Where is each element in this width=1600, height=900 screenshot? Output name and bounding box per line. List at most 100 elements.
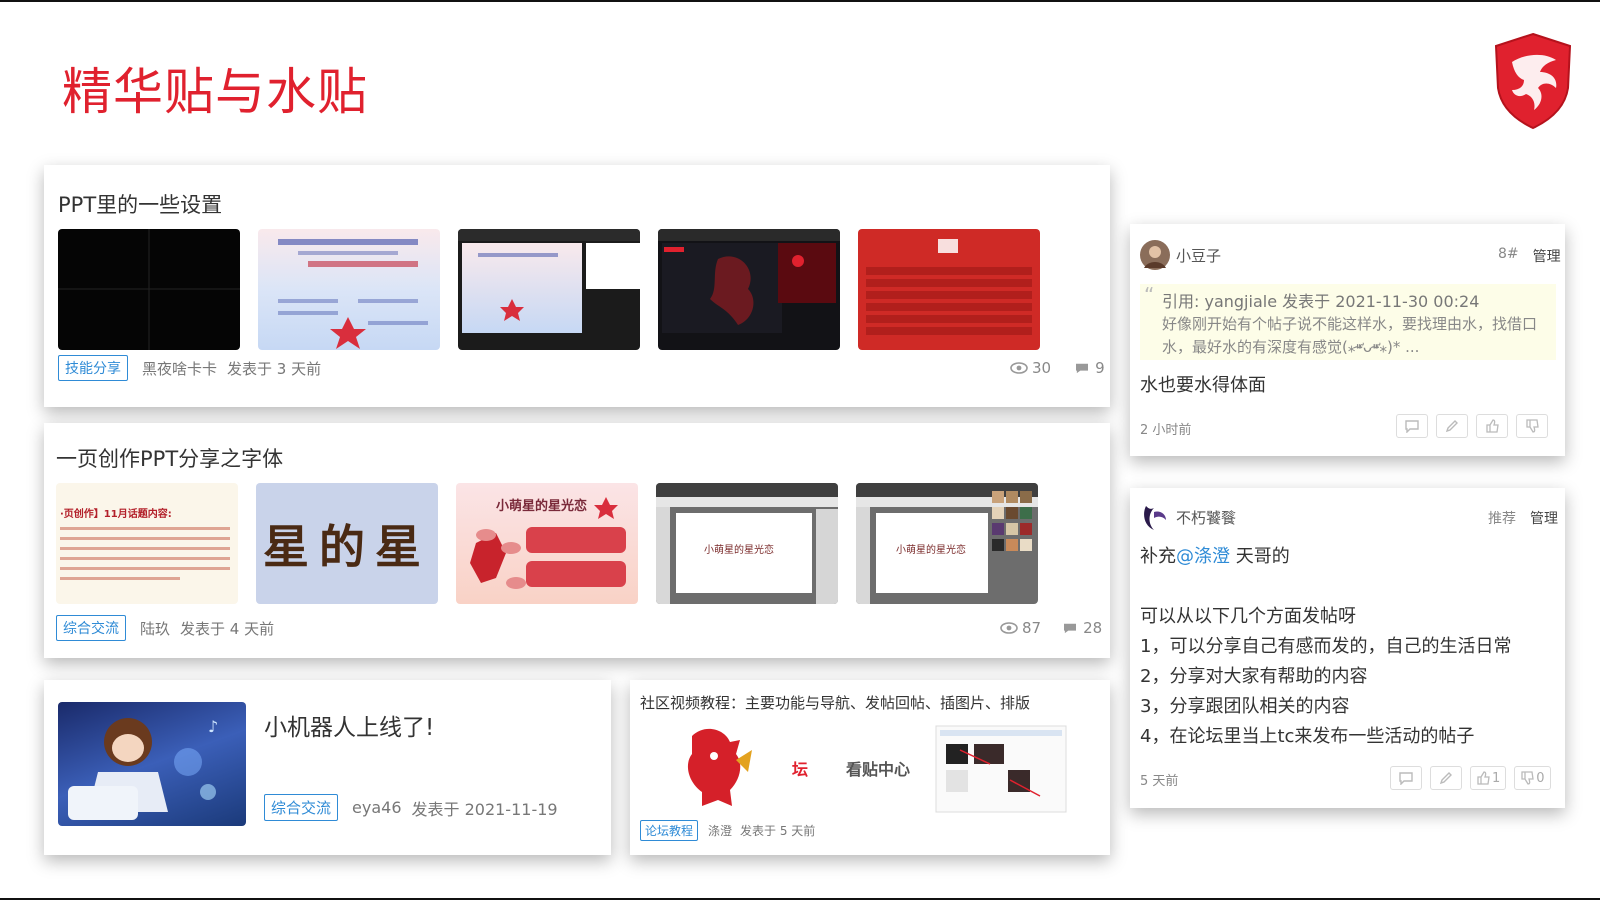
quote-mark-open-icon: “	[1144, 283, 1155, 307]
thumbs-up-icon	[1486, 419, 1499, 433]
comment-card-buxiu-taotie: 不朽饕餮 推荐 管理 补充@涤澄 天哥的 可以从以下几个方面发帖呀 1，可以分享…	[1130, 488, 1565, 808]
thumbnail-row: ·页创作】11月话题内容: 星的星 小萌星的星光恋 小萌星的星光恋 小萌星的星光…	[56, 483, 1038, 604]
comment-line-mention: 补充@涤澄 天哥的	[1140, 542, 1511, 572]
slide-title: 精华贴与水贴	[62, 63, 368, 121]
category-tag[interactable]: 综合交流	[56, 615, 126, 641]
thumbnail-ppt-editor[interactable]: 小萌星的星光恋	[656, 483, 838, 604]
comment-actions: 1 0	[1390, 766, 1551, 790]
post-meta: 综合交流 eya46 发表于 2021-11-19	[264, 794, 558, 821]
comment-text: 补充	[1140, 546, 1176, 567]
post-card-video-tutorial[interactable]: 社区视频教程：主要功能与导航、发帖回帖、插图片、排版 坛 看贴中心 论坛教程 涤…	[630, 680, 1110, 855]
comment-icon	[1076, 363, 1089, 374]
post-card-font-sharing[interactable]: 一页创作PPT分享之字体 ·页创作】11月话题内容: 星的星 小萌星的星光恋 小…	[44, 423, 1110, 658]
post-meta: 综合交流 陆玖 发表于 4 天前	[56, 615, 274, 641]
avatar[interactable]	[1140, 240, 1170, 270]
comment-line: 4，在论坛里当上tc来发布一些活动的帖子	[1140, 726, 1475, 747]
comment-line: 1，可以分享自己有感而发的，自己的生活日常	[1140, 636, 1512, 657]
quote-header: 引用: yangjiale 发表于 2021-11-30 00:24	[1162, 292, 1480, 311]
reply-count: 28	[1083, 619, 1103, 637]
user-mention-link[interactable]: @涤澄	[1176, 546, 1230, 567]
manage-link[interactable]: 管理	[1533, 246, 1561, 266]
like-button[interactable]: 1	[1470, 766, 1507, 790]
post-title[interactable]: 社区视频教程：主要功能与导航、发帖回帖、插图片、排版	[640, 692, 1030, 713]
post-time: 发表于 2021-11-19	[411, 799, 558, 819]
comment-text: 天哥的	[1230, 546, 1290, 567]
post-time: 发表于 5 天前	[740, 824, 816, 838]
comment-header: 不朽饕餮	[1140, 502, 1236, 532]
recommend-link[interactable]: 推荐	[1488, 508, 1516, 528]
comment-time: 5 天前	[1140, 774, 1179, 789]
post-title[interactable]: PPT里的一些设置	[58, 189, 222, 219]
category-tag[interactable]: 论坛教程	[640, 820, 699, 841]
reply-count: 9	[1095, 359, 1105, 377]
comment-header: 小豆子	[1140, 240, 1221, 270]
post-time: 发表于 4 天前	[180, 619, 275, 638]
comment-header-actions: 推荐 管理	[1488, 508, 1558, 528]
post-cover-image[interactable]: 坛 看贴中心	[640, 720, 1070, 818]
reply-icon	[1405, 420, 1419, 433]
view-count: 87	[1022, 619, 1042, 637]
eye-icon	[1010, 362, 1028, 374]
post-title[interactable]: 一页创作PPT分享之字体	[56, 443, 283, 473]
category-tag[interactable]: 技能分享	[58, 355, 128, 381]
post-meta: 论坛教程 涤澄 发表于 5 天前	[640, 820, 815, 841]
post-author[interactable]: 黑夜啥卡卡	[142, 358, 217, 379]
thumbs-up-icon	[1477, 771, 1490, 785]
post-time: 发表于 3 天前	[227, 359, 322, 378]
quote-body: 好像刚开始有个帖子说不能这样水，要找理由水，找借口水，最好水的有深度有感觉(⁎⁍…	[1162, 315, 1538, 356]
top-border	[0, 0, 1600, 2]
thumbnail-black-grid[interactable]	[58, 229, 240, 350]
cover-text-forum: 坛	[792, 760, 809, 779]
thumbnail-pastel-poster[interactable]	[258, 229, 440, 350]
cover-text-center: 看贴中心	[846, 760, 911, 779]
post-author[interactable]: eya46	[352, 798, 401, 817]
reply-button[interactable]	[1396, 414, 1428, 438]
comment-body: 水也要水得体面	[1140, 375, 1266, 396]
post-meta: 技能分享 黑夜啥卡卡 发表于 3 天前	[58, 355, 321, 381]
thumbnail-red-menu[interactable]	[858, 229, 1040, 350]
thumbnail-slide-text: 小萌星的星光恋	[704, 545, 774, 556]
thumbnail-big-text: 星的星	[263, 519, 431, 574]
eye-icon	[1000, 622, 1018, 634]
thumbnail-star-love[interactable]: 小萌星的星光恋	[456, 483, 638, 604]
thumbnail-row	[58, 229, 1040, 350]
thumbnail-screen-poster[interactable]	[458, 229, 640, 350]
post-title[interactable]: 小机器人上线了!	[264, 708, 434, 742]
avatar[interactable]	[1140, 502, 1170, 532]
post-author[interactable]: 陆玖	[140, 618, 170, 639]
floor-number: 8#	[1498, 246, 1519, 262]
comment-line: 可以从以下几个方面发帖呀	[1140, 606, 1356, 627]
post-card-robot-online[interactable]: ♪ 小机器人上线了! 综合交流 eya46 发表于 2021-11-19	[44, 680, 611, 855]
post-author[interactable]: 涤澄	[708, 822, 732, 839]
comment-card-xiaodouzi: 小豆子 8# 管理 “ 引用: yangjiale 发表于 2021-11-30…	[1130, 224, 1565, 456]
edit-button[interactable]	[1430, 766, 1462, 790]
edit-button[interactable]	[1436, 414, 1468, 438]
quote-block: “ 引用: yangjiale 发表于 2021-11-30 00:24 好像刚…	[1140, 284, 1556, 360]
post-cover-image[interactable]: ♪	[58, 702, 246, 826]
like-button[interactable]	[1476, 414, 1508, 438]
dislike-button[interactable]	[1516, 414, 1548, 438]
dislike-count: 0	[1536, 770, 1545, 786]
comment-username[interactable]: 不朽饕餮	[1176, 507, 1236, 528]
thumbnail-slide-text: 小萌星的星光恋	[896, 545, 966, 556]
thumbnail-text-article[interactable]: ·页创作】11月话题内容:	[56, 483, 238, 604]
post-stats: 87 28	[1000, 619, 1102, 637]
category-tag[interactable]: 综合交流	[264, 794, 339, 821]
thumbs-down-icon	[1521, 771, 1535, 785]
thumbnail-ppt-editor-colors[interactable]: 小萌星的星光恋	[856, 483, 1038, 604]
dislike-button[interactable]: 0	[1514, 766, 1551, 790]
comment-time: 2 小时前	[1140, 423, 1192, 438]
comment-icon	[1064, 623, 1077, 634]
like-count: 1	[1492, 770, 1501, 786]
manage-link[interactable]: 管理	[1530, 508, 1558, 528]
view-count: 30	[1032, 359, 1052, 377]
pencil-icon	[1439, 772, 1452, 785]
reply-button[interactable]	[1390, 766, 1422, 790]
thumbnail-big-characters[interactable]: 星的星	[256, 483, 438, 604]
comment-header-actions: 8# 管理	[1498, 246, 1561, 266]
thumbnail-msi-dragon[interactable]	[658, 229, 840, 350]
comment-username[interactable]: 小豆子	[1176, 245, 1221, 266]
comment-line: 3，分享跟团队相关的内容	[1140, 696, 1350, 717]
svg-text:♪: ♪	[208, 717, 218, 736]
post-card-ppt-settings[interactable]: PPT里的一些设置 技能分享 黑夜啥卡卡 发表于 3 天前 30 9	[44, 165, 1110, 407]
